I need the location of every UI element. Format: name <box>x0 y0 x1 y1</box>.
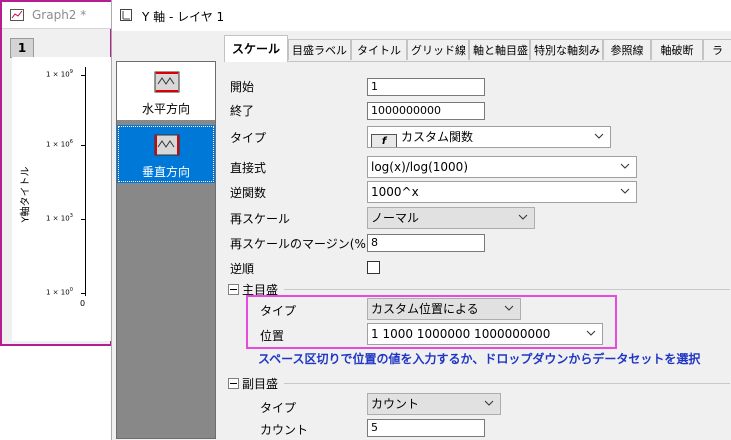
direct-formula-value: log(x)/log(1000) <box>371 160 468 174</box>
major-type-value: カスタム位置による <box>371 302 479 316</box>
minor-type-select[interactable]: カウント <box>367 393 501 415</box>
rescale-label: 再スケール <box>230 212 291 226</box>
y-tick-mark <box>81 145 85 146</box>
rescale-margin-input[interactable]: 8 <box>367 234 485 252</box>
scale-type-select[interactable]: f カスタム関数 <box>367 126 611 148</box>
tab-scale[interactable]: スケール <box>224 35 288 62</box>
collapse-icon <box>228 378 239 389</box>
tab-reference-lines[interactable]: 参照線 <box>603 39 651 60</box>
y-tick-label: 1 × 109 <box>46 69 73 79</box>
chevron-down-icon <box>484 400 494 406</box>
graph-window-title: Graph2 * <box>32 8 87 22</box>
y-axis-line <box>85 67 86 296</box>
minor-type-label: タイプ <box>260 401 297 415</box>
graph-page[interactable]: Y軸タイトル 1 × 109 1 × 106 1 × 103 1 × 100 0 <box>12 57 112 341</box>
scale-tab-content: 開始 1 終了 1000000000 タイプ f カスタム関数 直接式 log(x… <box>224 61 731 440</box>
horizontal-axis-label: 水平方向 <box>141 102 190 116</box>
inverse-formula-value: 1000^x <box>371 185 419 199</box>
horizontal-axis-icon <box>154 71 180 93</box>
minor-count-input[interactable]: 5 <box>367 419 485 437</box>
chevron-down-icon <box>620 163 630 169</box>
graph-icon <box>10 9 24 21</box>
scale-type-value: カスタム関数 <box>401 130 474 144</box>
graph-window-titlebar[interactable]: Graph2 * <box>2 2 112 29</box>
y-axis-title: Y軸タイトル <box>20 166 32 223</box>
graph-window: Graph2 * 1 Y軸タイトル 1 × 109 1 × 106 1 × 10… <box>0 0 112 346</box>
type-label: タイプ <box>230 131 267 145</box>
chevron-down-icon <box>518 214 528 220</box>
inverse-formula-select[interactable]: 1000^x <box>367 181 637 203</box>
axis-dialog: Y 軸 - レイヤ 1 水平方向 垂直方向 スケール 目盛ラベル タイトル グリ… <box>111 0 731 440</box>
minor-ticks-section[interactable]: 副目盛 <box>228 375 278 392</box>
major-type-label: タイプ <box>260 304 297 318</box>
rescale-value: ノーマル <box>371 211 420 225</box>
tab-axis-break[interactable]: 軸破断 <box>651 39 703 60</box>
rescale-margin-label: 再スケールのマージン(%) <box>230 237 371 251</box>
chevron-down-icon <box>504 305 514 311</box>
inverse-formula-label: 逆関数 <box>230 186 267 200</box>
minor-count-label: カウント <box>260 423 309 437</box>
collapse-icon <box>228 284 239 295</box>
end-input[interactable]: 1000000000 <box>367 102 485 120</box>
dialog-titlebar[interactable]: Y 軸 - レイヤ 1 <box>112 0 731 31</box>
dialog-app-icon <box>120 9 132 21</box>
direct-formula-label: 直接式 <box>230 161 267 175</box>
start-label: 開始 <box>230 80 255 94</box>
direct-formula-select[interactable]: log(x)/log(1000) <box>367 156 637 178</box>
tab-special-ticks[interactable]: 特別な軸刻み <box>530 39 603 60</box>
y-tick-mark <box>81 293 85 294</box>
dialog-title: Y 軸 - レイヤ 1 <box>142 10 225 24</box>
vertical-axis-item[interactable]: 垂直方向 <box>117 125 215 183</box>
chevron-down-icon <box>586 330 596 336</box>
tab-title[interactable]: タイトル <box>351 39 407 60</box>
reverse-checkbox[interactable] <box>367 261 380 274</box>
y-tick-label: 1 × 100 <box>46 287 73 297</box>
tab-line-and-ticks[interactable]: 軸と軸目盛 <box>469 39 530 60</box>
major-position-select[interactable]: 1 1000 1000000 1000000000 <box>367 323 603 345</box>
dialog-client: 水平方向 垂直方向 スケール 目盛ラベル タイトル グリッド線 軸と軸目盛 特別… <box>112 31 731 440</box>
chevron-down-icon <box>594 133 604 139</box>
section-divider <box>284 383 730 384</box>
y-tick-mark <box>81 75 85 76</box>
minor-type-value: カウント <box>371 397 420 411</box>
tab-tick-labels[interactable]: 目盛ラベル <box>288 39 351 60</box>
layer-button[interactable]: 1 <box>10 38 34 58</box>
x-tick-label: 0 <box>80 299 86 308</box>
y-tick-label: 1 × 103 <box>46 213 73 223</box>
axis-direction-panel: 水平方向 垂直方向 <box>116 61 216 439</box>
tab-grid-lines[interactable]: グリッド線 <box>407 39 469 60</box>
minor-ticks-section-label: 副目盛 <box>242 377 279 391</box>
vertical-axis-icon <box>154 134 180 156</box>
vertical-axis-label: 垂直方向 <box>141 165 190 179</box>
tab-more[interactable]: ラ <box>703 39 731 60</box>
rescale-select[interactable]: ノーマル <box>367 207 535 229</box>
y-tick-mark <box>81 219 85 220</box>
position-hint-text: スペース区切りで位置の値を入力するか、ドロップダウンからデータセットを選択 <box>258 352 701 366</box>
end-label: 終了 <box>230 104 255 118</box>
major-position-value: 1 1000 1000000 1000000000 <box>371 327 551 341</box>
section-divider <box>284 289 730 290</box>
y-tick-label: 1 × 106 <box>46 139 73 149</box>
tab-strip: スケール 目盛ラベル タイトル グリッド線 軸と軸目盛 特別な軸刻み 参照線 軸… <box>224 35 731 62</box>
reverse-label: 逆順 <box>230 262 255 276</box>
custom-function-icon: f <box>371 134 397 147</box>
major-position-label: 位置 <box>260 329 285 343</box>
start-input[interactable]: 1 <box>367 78 485 96</box>
major-type-select[interactable]: カスタム位置による <box>367 298 521 320</box>
chevron-down-icon <box>620 188 630 194</box>
horizontal-axis-item[interactable]: 水平方向 <box>117 62 215 120</box>
